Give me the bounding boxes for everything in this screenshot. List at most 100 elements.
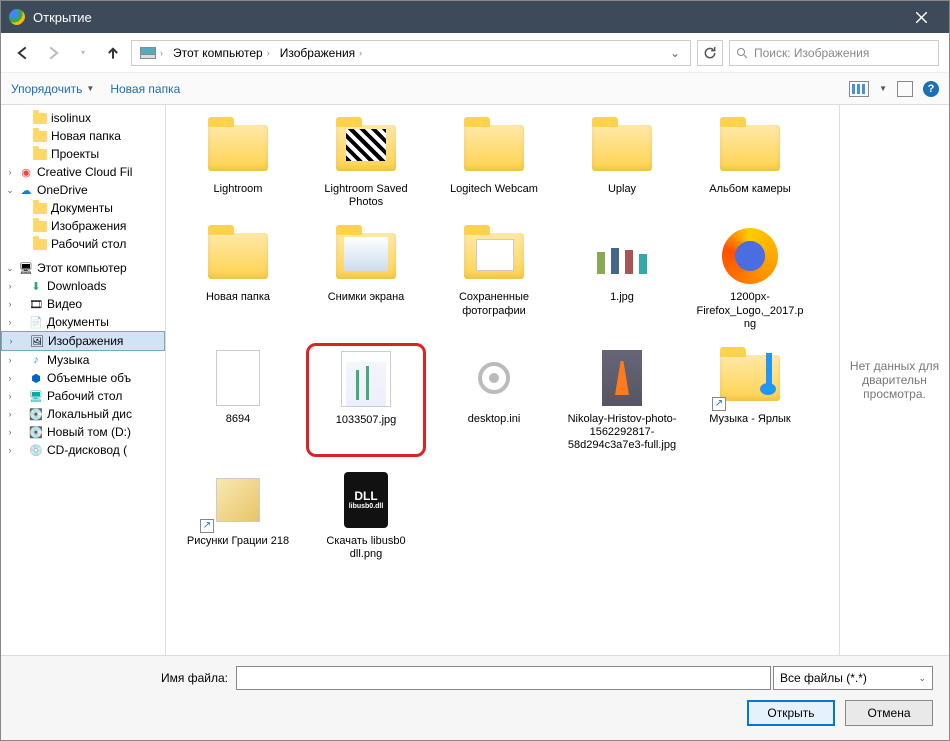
nav-row: ▾ › Этот компьютер› Изображения› ⌄ Поиск… (1, 33, 949, 73)
chrome-icon (9, 9, 25, 25)
folder-tree[interactable]: isolinux Новая папка Проекты ›◉Creative … (1, 105, 166, 655)
tree-images[interactable]: ›🖼Изображения (1, 331, 165, 351)
folder-logitech[interactable]: Logitech Webcam (434, 113, 554, 213)
arrow-left-icon (16, 46, 30, 60)
creative-cloud-icon: ◉ (19, 165, 33, 179)
window-title: Открытие (33, 10, 901, 25)
up-button[interactable] (101, 41, 125, 65)
shortcut-icon: ↗ (712, 397, 726, 411)
filename-label: Имя файла: (161, 671, 228, 685)
preview-empty-text: Нет данных для дварительн просмотра. (848, 359, 941, 401)
file-type-filter[interactable]: Все файлы (*.*)⌄ (773, 666, 933, 690)
preview-pane-button[interactable] (897, 81, 913, 97)
tree-onedrive[interactable]: ⌄☁OneDrive (1, 181, 165, 199)
tree-od-docs[interactable]: Документы (1, 199, 165, 217)
file-desktopini[interactable]: desktop.ini (434, 343, 554, 457)
tree-od-desktop[interactable]: Рабочий стол (1, 235, 165, 253)
music-icon: ♪ (29, 353, 43, 367)
folder-icon (33, 239, 47, 250)
gear-icon (470, 354, 518, 402)
dialog-footer: Имя файла: ⌄ Все файлы (*.*)⌄ Открыть От… (1, 655, 949, 740)
pc-icon: 🖥 (19, 261, 33, 275)
breadcrumb-current[interactable]: Изображения› (276, 46, 366, 60)
documents-icon: 📄 (29, 315, 43, 329)
shortcut-icon: ↗ (200, 519, 214, 533)
folder-savedphotos[interactable]: Сохраненные фотографии (434, 221, 554, 335)
tree-thispc[interactable]: ⌄🖥Этот компьютер (1, 259, 165, 277)
shortcut-music[interactable]: ↗Музыка - Ярлык (690, 343, 810, 457)
search-icon (736, 47, 748, 59)
file-firefox[interactable]: 1200px-Firefox_Logo,_2017.png (690, 221, 810, 335)
path-dropdown[interactable]: ⌄ (664, 46, 686, 60)
tree-downloads[interactable]: ›⬇Downloads (1, 277, 165, 295)
folder-icon (33, 203, 47, 214)
file-1jpg[interactable]: 1.jpg (562, 221, 682, 335)
search-input[interactable]: Поиск: Изображения (729, 40, 939, 66)
tree-newfolder[interactable]: Новая папка (1, 127, 165, 145)
folder-uplay[interactable]: Uplay (562, 113, 682, 213)
tree-newvol[interactable]: ›💽Новый том (D:) (1, 423, 165, 441)
organize-button[interactable]: Упорядочить▼ (11, 82, 94, 96)
tree-projects[interactable]: Проекты (1, 145, 165, 163)
pictures-icon: 🖼 (30, 334, 44, 348)
file-8694[interactable]: 8694 (178, 343, 298, 457)
preview-pane: Нет данных для дварительн просмотра. (839, 105, 949, 655)
tree-video[interactable]: ›🎞Видео (1, 295, 165, 313)
cancel-button[interactable]: Отмена (845, 700, 933, 726)
folder-icon (33, 113, 47, 124)
breadcrumb-thispc[interactable]: Этот компьютер› (169, 46, 274, 60)
search-placeholder: Поиск: Изображения (754, 46, 869, 60)
shortcut-gratsia[interactable]: ↗Рисунки Грации 218 (178, 465, 298, 565)
open-button[interactable]: Открыть (747, 700, 835, 726)
disk-icon: 💽 (29, 407, 43, 421)
arrow-right-icon (46, 46, 60, 60)
refresh-icon (703, 46, 717, 60)
help-button[interactable]: ? (923, 81, 939, 97)
tree-cddrive[interactable]: ›💿CD-дисковод ( (1, 441, 165, 459)
filename-input[interactable] (236, 666, 771, 690)
folder-camera[interactable]: Альбом камеры (690, 113, 810, 213)
open-dialog: Открытие ▾ › Этот компьютер› Изображения… (0, 0, 950, 741)
breadcrumb[interactable]: › Этот компьютер› Изображения› ⌄ (131, 40, 691, 66)
recent-button[interactable]: ▾ (71, 41, 95, 65)
file-grid[interactable]: Lightroom Lightroom Saved Photos Logitec… (166, 105, 839, 655)
downloads-icon: ⬇ (29, 279, 43, 293)
refresh-button[interactable] (697, 40, 723, 66)
desktop-icon: 🖥 (29, 389, 43, 403)
tree-isolinux[interactable]: isolinux (1, 109, 165, 127)
titlebar: Открытие (1, 1, 949, 33)
arrow-up-icon (106, 46, 120, 60)
new-folder-button[interactable]: Новая папка (110, 82, 180, 96)
tree-desktop[interactable]: ›🖥Рабочий стол (1, 387, 165, 405)
folder-lrsaved[interactable]: Lightroom Saved Photos (306, 113, 426, 213)
onedrive-icon: ☁ (19, 183, 33, 197)
3d-icon: ⬢ (29, 371, 43, 385)
view-mode-button[interactable] (849, 81, 869, 97)
file-1033507[interactable]: 1033507.jpg (306, 343, 426, 457)
video-icon: 🎞 (29, 297, 43, 311)
back-button[interactable] (11, 41, 35, 65)
folder-icon (33, 131, 47, 142)
toolbar: Упорядочить▼ Новая папка ▼ ? (1, 73, 949, 105)
tree-docs[interactable]: ›📄Документы (1, 313, 165, 331)
folder-icon (33, 221, 47, 232)
folder-newfolder[interactable]: Новая папка (178, 221, 298, 335)
folder-icon (33, 149, 47, 160)
disk-icon: 💽 (29, 425, 43, 439)
tree-od-images[interactable]: Изображения (1, 217, 165, 235)
tree-3dobjects[interactable]: ›⬢Объемные объ (1, 369, 165, 387)
close-button[interactable] (901, 1, 941, 33)
folder-lightroom[interactable]: Lightroom (178, 113, 298, 213)
close-icon (916, 12, 927, 23)
tree-music[interactable]: ›♪Музыка (1, 351, 165, 369)
tree-localdisk[interactable]: ›💽Локальный дис (1, 405, 165, 423)
dialog-body: isolinux Новая папка Проекты ›◉Creative … (1, 105, 949, 655)
forward-button[interactable] (41, 41, 65, 65)
pc-icon (140, 47, 156, 59)
tree-ccfiles[interactable]: ›◉Creative Cloud Fil (1, 163, 165, 181)
folder-screenshots[interactable]: Снимки экрана (306, 221, 426, 335)
file-libusb[interactable]: DLLlibusb0.dllСкачать libusb0 dll.png (306, 465, 426, 565)
breadcrumb-root[interactable]: › (136, 47, 167, 59)
file-nikolay[interactable]: Nikolay-Hristov-photo-1562292817-58d294c… (562, 343, 682, 457)
cd-icon: 💿 (29, 443, 43, 457)
